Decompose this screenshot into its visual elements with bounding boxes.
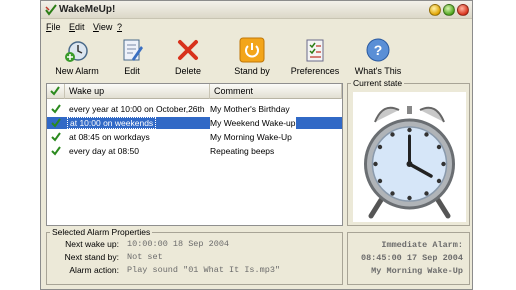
- help-icon: ?: [366, 38, 390, 62]
- header-wake-up[interactable]: Wake up: [65, 84, 210, 99]
- next-standby-value: Not set: [127, 252, 163, 262]
- menu-file-label: ile: [51, 22, 61, 32]
- maximize-button[interactable]: [443, 4, 455, 16]
- table-row[interactable]: every year at 10:00 on October,26th My M…: [47, 103, 342, 115]
- row-wake-up: every day at 08:50: [69, 146, 139, 156]
- delete-button[interactable]: Delete: [165, 35, 211, 79]
- new-alarm-label: New Alarm: [55, 66, 99, 76]
- standby-icon: [239, 37, 265, 63]
- immediate-alarm-panel: Immediate Alarm: 08:45:00 17 Sep 2004 My…: [347, 232, 470, 285]
- row-comment: My Mother's Birthday: [210, 104, 290, 114]
- whats-this-button[interactable]: ? What's This: [349, 35, 407, 79]
- check-icon[interactable]: [51, 146, 61, 156]
- menu-view-label: iew: [98, 22, 113, 32]
- menu-edit[interactable]: Edit: [69, 22, 85, 32]
- delete-icon: [178, 40, 198, 60]
- edit-button[interactable]: Edit: [109, 35, 155, 79]
- preferences-button[interactable]: Preferences: [287, 35, 343, 79]
- next-wake-value: 10:00:00 18 Sep 2004: [127, 239, 230, 249]
- new-alarm-icon: [65, 41, 88, 62]
- edit-icon: [123, 39, 143, 61]
- delete-label: Delete: [174, 66, 201, 76]
- menu-help[interactable]: ?: [117, 22, 122, 32]
- table-row-selected[interactable]: at 10:00 on weekends My Weekend Wake-up: [47, 117, 342, 129]
- whats-this-label: What's This: [354, 66, 402, 76]
- alarm-action-value: Play sound "01 What It Is.mp3": [127, 265, 281, 275]
- header-check-column[interactable]: [47, 84, 65, 99]
- app-window: WakeMeUp! File Edit View ? New Alarm Edi…: [40, 0, 473, 290]
- next-standby-label: Next stand by:: [64, 252, 119, 262]
- properties-label: Selected Alarm Properties: [50, 227, 153, 237]
- selected-alarm-properties: Selected Alarm Properties Next wake up: …: [46, 227, 343, 285]
- menu-view[interactable]: View: [93, 22, 112, 32]
- check-icon[interactable]: [51, 118, 61, 128]
- row-comment: Repeating beeps: [210, 146, 275, 156]
- edit-label: Edit: [124, 66, 140, 76]
- standby-label: Stand by: [234, 66, 270, 76]
- toolbar: New Alarm Edit Delete Stand by Preferenc…: [41, 35, 472, 79]
- menu-help-accel: ?: [117, 22, 123, 32]
- current-state-label: Current state: [351, 78, 405, 88]
- check-icon[interactable]: [51, 132, 61, 142]
- alarm-list[interactable]: Wake up Comment every year at 10:00 on O…: [46, 83, 343, 226]
- clock-area: [353, 92, 466, 222]
- next-wake-label: Next wake up:: [65, 239, 119, 249]
- title-bar[interactable]: WakeMeUp!: [41, 1, 472, 19]
- close-button[interactable]: [457, 4, 469, 16]
- check-icon[interactable]: [51, 104, 61, 114]
- row-wake-up: at 08:45 on workdays: [69, 132, 150, 142]
- svg-text:?: ?: [374, 42, 383, 58]
- table-row[interactable]: at 08:45 on workdays My Morning Wake-Up: [47, 131, 342, 143]
- new-alarm-button[interactable]: New Alarm: [51, 35, 103, 79]
- immediate-alarm-title: Immediate Alarm:: [381, 240, 463, 250]
- alarm-action-label: Alarm action:: [69, 265, 119, 275]
- standby-button[interactable]: Stand by: [227, 35, 277, 79]
- row-wake-up: every year at 10:00 on October,26th: [69, 104, 205, 114]
- header-comment[interactable]: Comment: [210, 84, 342, 99]
- row-wake-up: at 10:00 on weekends: [67, 117, 157, 129]
- menu-edit-label: dit: [75, 22, 85, 32]
- minimize-button[interactable]: [429, 4, 441, 16]
- window-title: WakeMeUp!: [59, 4, 116, 15]
- table-row[interactable]: every day at 08:50 Repeating beeps: [47, 145, 342, 157]
- app-logo-icon: [45, 4, 57, 16]
- current-state-panel: Current state: [347, 78, 470, 226]
- menu-file[interactable]: File: [46, 22, 61, 32]
- check-icon: [50, 86, 60, 96]
- menu-bar: File Edit View ?: [41, 20, 472, 34]
- list-header: Wake up Comment: [47, 84, 342, 99]
- row-comment: My Morning Wake-Up: [210, 132, 292, 142]
- preferences-icon: [306, 39, 324, 62]
- immediate-alarm-time: 08:45:00 17 Sep 2004: [360, 253, 463, 263]
- preferences-label: Preferences: [290, 66, 340, 76]
- immediate-alarm-comment: My Morning Wake-Up: [371, 266, 463, 276]
- row-comment: My Weekend Wake-up: [210, 117, 296, 129]
- alarm-clock-icon: [364, 106, 455, 219]
